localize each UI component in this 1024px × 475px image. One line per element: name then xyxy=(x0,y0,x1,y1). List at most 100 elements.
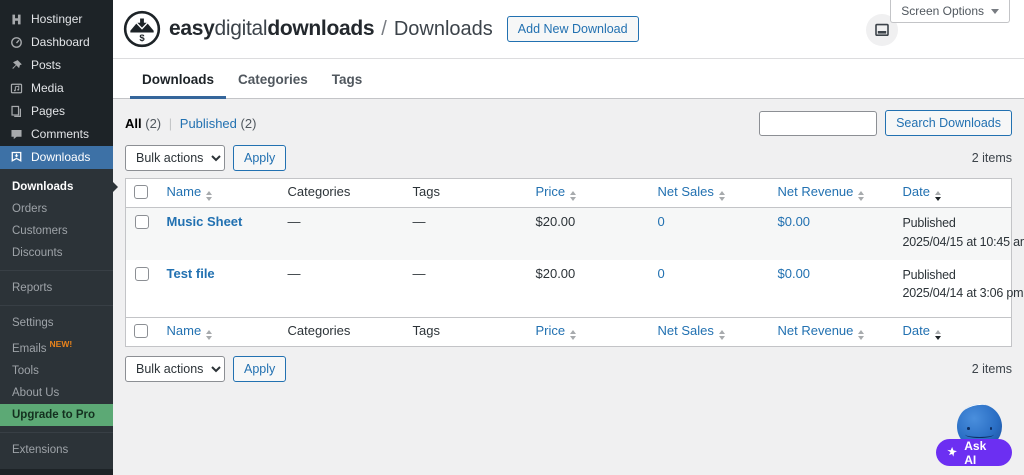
column-header-tags: Tags xyxy=(405,179,528,208)
download-icon xyxy=(10,151,23,164)
apply-button[interactable]: Apply xyxy=(233,145,286,171)
table-row: Test file — — $20.00 0 $0.00 Published20… xyxy=(126,260,1012,318)
tab-downloads[interactable]: Downloads xyxy=(130,72,226,99)
sidebar-item-dashboard[interactable]: Dashboard xyxy=(0,31,113,54)
search-downloads-button[interactable]: Search Downloads xyxy=(885,110,1012,136)
download-name-link[interactable]: Test file xyxy=(167,266,215,281)
sidebar-item-label: Comments xyxy=(31,128,89,141)
edd-tabbar: Downloads Categories Tags xyxy=(113,59,1024,99)
sort-date-header[interactable]: Date xyxy=(903,323,941,338)
main-content: $ easydigitaldownloads / Downloads Add N… xyxy=(113,0,1024,475)
table-footer-row: Name Categories Tags Price Net Sales Net… xyxy=(126,318,1012,347)
svg-text:$: $ xyxy=(139,33,145,44)
screen-options-button[interactable]: Screen Options xyxy=(890,0,1010,23)
table-header-row: Name Categories Tags Price Net Sales Net… xyxy=(126,179,1012,208)
sort-name-header[interactable]: Name xyxy=(167,184,213,199)
dashboard-icon xyxy=(10,36,23,49)
sidebar-item-pages[interactable]: Pages xyxy=(0,100,113,123)
net-revenue-link[interactable]: $0.00 xyxy=(778,214,811,229)
pages-icon xyxy=(10,105,23,118)
select-all-checkbox[interactable] xyxy=(134,185,148,199)
sidebar-item-label: Downloads xyxy=(31,151,90,164)
downloads-table: Name Categories Tags Price Net Sales Net… xyxy=(125,178,1012,347)
submenu-item-orders[interactable]: Orders xyxy=(0,198,113,220)
downloads-submenu: Downloads Orders Customers Discounts Rep… xyxy=(0,169,113,469)
sort-price-header[interactable]: Price xyxy=(536,323,577,338)
add-new-download-button[interactable]: Add New Download xyxy=(507,16,639,42)
submenu-item-upgrade-to-pro[interactable]: Upgrade to Pro xyxy=(0,404,113,426)
sort-arrows-icon xyxy=(935,191,941,201)
sidebar-item-label: Pages xyxy=(31,105,65,118)
row-checkbox[interactable] xyxy=(135,267,149,281)
sort-net-revenue-header[interactable]: Net Revenue xyxy=(778,184,865,199)
filter-published-link[interactable]: Published xyxy=(180,116,237,131)
cell-categories: — xyxy=(280,208,405,260)
sort-arrows-icon xyxy=(206,330,212,340)
sort-net-sales-header[interactable]: Net Sales xyxy=(658,323,725,338)
table-row: Music Sheet — — $20.00 0 $0.00 Published… xyxy=(126,208,1012,260)
items-count: 2 items xyxy=(972,362,1012,376)
net-sales-link[interactable]: 0 xyxy=(658,214,665,229)
sidebar-item-label: Hostinger xyxy=(31,13,82,26)
submenu-item-settings[interactable]: Settings xyxy=(0,312,113,334)
brand-title: easydigitaldownloads xyxy=(169,17,374,41)
tab-tags[interactable]: Tags xyxy=(320,72,375,99)
cell-price: $20.00 xyxy=(528,260,650,318)
sort-arrows-icon xyxy=(570,330,576,340)
submenu-item-emails[interactable]: EmailsNEW! xyxy=(0,334,113,360)
sort-date-header[interactable]: Date xyxy=(903,184,941,199)
sidebar-item-media[interactable]: Media xyxy=(0,77,113,100)
sort-arrows-icon xyxy=(858,330,864,340)
sidebar-item-hostinger[interactable]: Hostinger xyxy=(0,8,113,31)
sidebar-item-comments[interactable]: Comments xyxy=(0,123,113,146)
search-input[interactable] xyxy=(759,111,877,136)
cell-tags: — xyxy=(405,208,528,260)
apply-button[interactable]: Apply xyxy=(233,356,286,382)
sidebar-item-appearance[interactable]: Appearance xyxy=(0,469,113,475)
submenu-item-reports[interactable]: Reports xyxy=(0,277,113,299)
ask-ai-widget: Ask AI xyxy=(936,404,1012,466)
sort-name-header[interactable]: Name xyxy=(167,323,213,338)
submenu-item-discounts[interactable]: Discounts xyxy=(0,242,113,264)
download-name-link[interactable]: Music Sheet xyxy=(167,214,243,229)
cell-categories: — xyxy=(280,260,405,318)
publish-date: 2025/04/15 at 10:45 am xyxy=(903,233,1004,252)
sort-net-sales-header[interactable]: Net Sales xyxy=(658,184,725,199)
cell-price: $20.00 xyxy=(528,208,650,260)
comments-icon xyxy=(10,128,23,141)
filter-all-link[interactable]: All xyxy=(125,116,142,131)
sort-net-revenue-header[interactable]: Net Revenue xyxy=(778,323,865,338)
ask-ai-label: Ask AI xyxy=(964,439,999,467)
submenu-item-tools[interactable]: Tools xyxy=(0,360,113,382)
filter-published-count: (2) xyxy=(241,116,257,131)
submenu-item-extensions[interactable]: Extensions xyxy=(0,439,113,461)
edd-logo-icon: $ xyxy=(123,10,161,48)
sort-arrows-icon xyxy=(935,330,941,340)
tab-categories[interactable]: Categories xyxy=(226,72,320,99)
submenu-separator xyxy=(0,432,113,433)
sort-arrows-icon xyxy=(719,191,725,201)
submenu-item-customers[interactable]: Customers xyxy=(0,220,113,242)
row-checkbox[interactable] xyxy=(135,215,149,229)
screen-options-label: Screen Options xyxy=(901,4,984,18)
ask-ai-button[interactable]: Ask AI xyxy=(936,439,1012,466)
bulk-actions-select[interactable]: Bulk actions xyxy=(125,145,225,171)
select-all-checkbox[interactable] xyxy=(134,324,148,338)
publish-date: 2025/04/14 at 3:06 pm xyxy=(903,284,1004,303)
column-header-tags: Tags xyxy=(405,318,528,347)
sidebar-item-label: Posts xyxy=(31,59,61,72)
sort-price-header[interactable]: Price xyxy=(536,184,577,199)
items-count: 2 items xyxy=(972,151,1012,165)
filter-all-count: (2) xyxy=(145,116,161,131)
net-sales-link[interactable]: 0 xyxy=(658,266,665,281)
media-icon xyxy=(10,82,23,95)
submenu-item-about-us[interactable]: About Us xyxy=(0,382,113,404)
bulk-actions-select[interactable]: Bulk actions xyxy=(125,356,225,382)
sidebar-item-downloads[interactable]: Downloads xyxy=(0,146,113,169)
mascot-mouth xyxy=(965,431,994,438)
mascot-eye xyxy=(967,427,970,430)
submenu-item-downloads[interactable]: Downloads xyxy=(0,176,113,198)
submenu-item-label: Emails xyxy=(12,343,47,355)
net-revenue-link[interactable]: $0.00 xyxy=(778,266,811,281)
sidebar-item-posts[interactable]: Posts xyxy=(0,54,113,77)
